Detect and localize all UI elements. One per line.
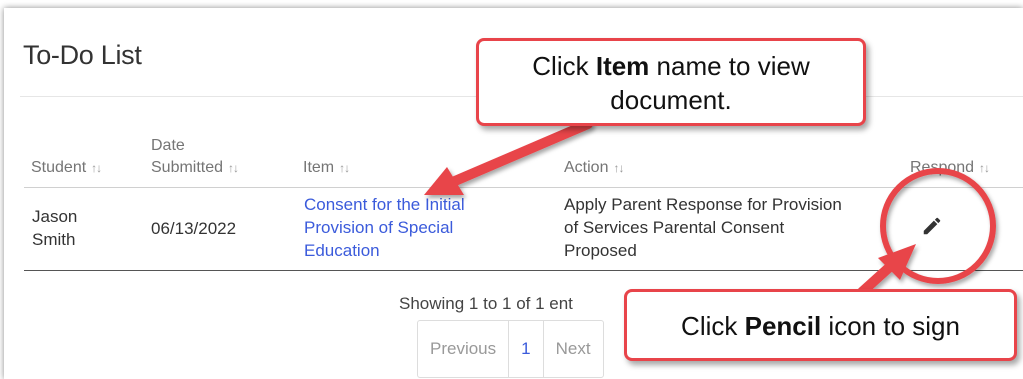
- header-item[interactable]: Item ↑↓: [303, 157, 350, 179]
- callout-item-pre: Click: [532, 51, 596, 81]
- header-date-label-line1: Date: [151, 137, 185, 154]
- callout-item-post: name to view: [649, 51, 810, 81]
- header-divider: [24, 187, 1023, 188]
- header-student[interactable]: Student ↑↓: [31, 157, 102, 179]
- callout-pencil-post: icon to sign: [821, 311, 960, 341]
- entries-info: Showing 1 to 1 of 1 ent: [399, 294, 573, 313]
- item-link-line2[interactable]: Provision of Special: [304, 216, 465, 239]
- callout-item-line2: document.: [610, 85, 732, 115]
- cell-student: Jason Smith: [32, 205, 77, 251]
- student-first-name: Jason: [32, 207, 78, 226]
- pencil-icon[interactable]: [921, 215, 943, 237]
- item-link[interactable]: Consent for the Initial Provision of Spe…: [304, 193, 465, 262]
- item-link-line1[interactable]: Consent for the Initial: [304, 193, 465, 216]
- callout-pencil-bold: Pencil: [744, 311, 822, 341]
- sort-icon[interactable]: ↑↓: [979, 161, 990, 175]
- pagination-next[interactable]: Next: [544, 321, 603, 377]
- header-date-submitted[interactable]: Date Submitted ↑↓: [151, 135, 239, 179]
- sort-icon[interactable]: ↑↓: [613, 161, 624, 175]
- callout-pencil-hint: Click Pencil icon to sign: [624, 289, 1017, 361]
- sort-icon[interactable]: ↑↓: [228, 161, 239, 175]
- pagination: Previous 1 Next: [417, 320, 604, 378]
- respond-button[interactable]: [908, 202, 956, 250]
- page-title: To-Do List: [23, 40, 142, 70]
- header-action-label: Action: [564, 159, 609, 176]
- action-line1: Apply Parent Response for Provision: [564, 195, 842, 214]
- header-date-label-line2: Submitted: [151, 159, 224, 176]
- callout-item-bold: Item: [595, 51, 650, 81]
- pagination-previous[interactable]: Previous: [418, 321, 510, 377]
- callout-pencil-pre: Click: [681, 311, 745, 341]
- cell-action: Apply Parent Response for Provision of S…: [564, 193, 842, 262]
- pagination-page-1[interactable]: 1: [509, 321, 544, 377]
- header-action[interactable]: Action ↑↓: [564, 157, 624, 179]
- header-respond[interactable]: Respond ↑↓: [910, 157, 990, 179]
- header-item-label: Item: [303, 159, 335, 176]
- sort-icon[interactable]: ↑↓: [91, 161, 102, 175]
- sort-icon[interactable]: ↑↓: [339, 161, 350, 175]
- cell-date: 06/13/2022: [151, 219, 237, 238]
- row-divider: [24, 270, 1023, 271]
- item-link-line3[interactable]: Education: [304, 239, 465, 262]
- student-last-name: Smith: [32, 230, 76, 249]
- action-line2: of Services Parental Consent: [564, 218, 785, 237]
- callout-item-hint: Click Item name to view document.: [476, 38, 866, 126]
- header-respond-label: Respond: [910, 159, 975, 176]
- action-line3: Proposed: [564, 241, 637, 260]
- header-student-label: Student: [31, 159, 87, 176]
